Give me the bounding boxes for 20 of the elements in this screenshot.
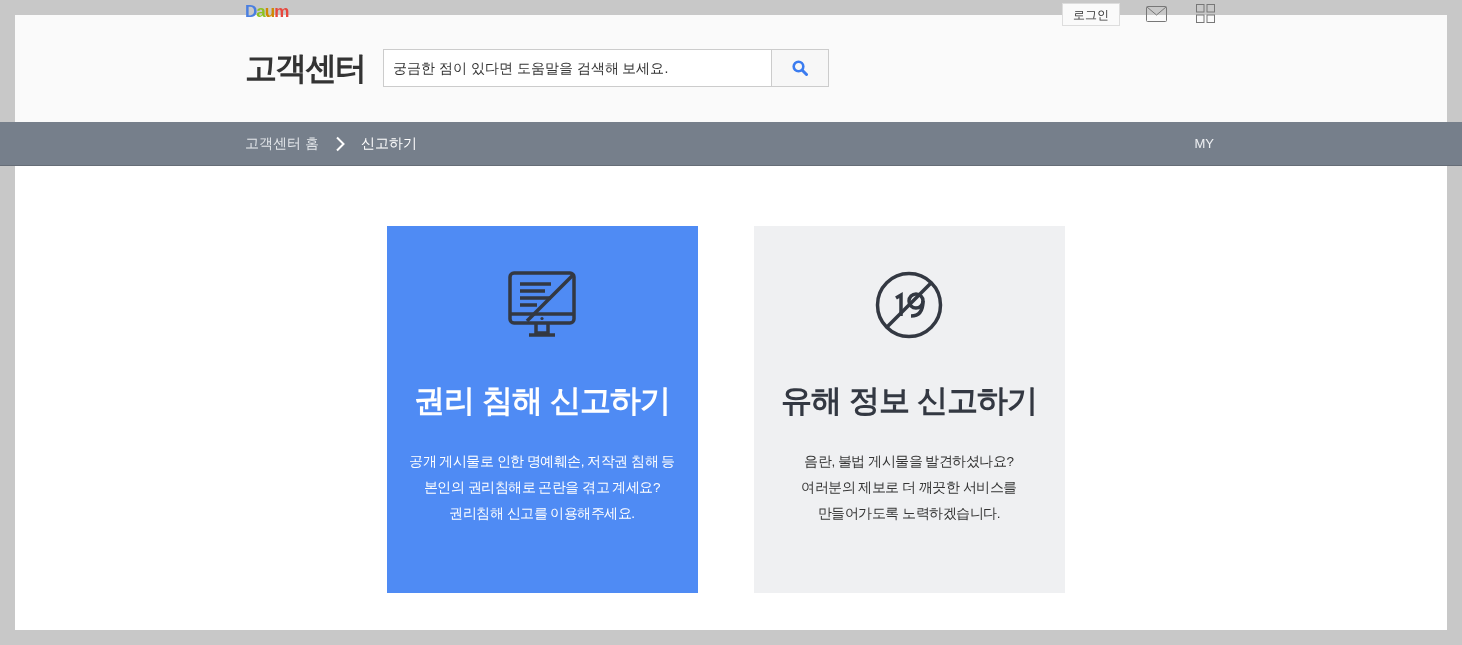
chevron-right-icon <box>334 135 345 152</box>
logo[interactable]: Daum <box>245 2 289 22</box>
card-title: 권리 침해 신고하기 <box>414 382 670 420</box>
page-title: 고객센터 <box>245 49 365 87</box>
login-button[interactable]: 로그인 <box>1062 3 1120 26</box>
monitor-icon <box>507 270 577 340</box>
breadcrumb-link[interactable]: 신고하기 <box>360 133 417 154</box>
no-under-19-icon <box>875 271 943 339</box>
report-card[interactable]: 유해 정보 신고하기 음란, 불법 게시물을 발견하셨나요? 여러분의 제보로 더 깨끗한 서비스를 만들어가도록 노력하겠습니다. <box>753 226 1065 593</box>
search-button[interactable] <box>772 49 829 87</box>
card-description: 음란, 불법 게시물을 발견하셨나요? 여러분의 제보로 더 깨끗한 서비스를 만들어가도록 노력하겠습니다. <box>801 452 1017 523</box>
mail-icon[interactable] <box>1146 6 1167 22</box>
breadcrumb-link[interactable]: 고객센터 홈 <box>245 133 319 154</box>
grid-menu-icon[interactable] <box>1196 4 1215 23</box>
search-icon <box>792 60 808 76</box>
report-card[interactable]: 권리 침해 신고하기 공개 게시물로 인한 명예훼손, 저작권 침해 등 본인의 권리침해로 곤란을 겪고 계세요? 권리침해 신고를 이용해주세요. <box>386 226 698 593</box>
search-field[interactable]: 궁금한 점이 있다면 도움말을 검색해 보세요. <box>383 49 772 87</box>
card-description: 공개 게시물로 인한 명예훼손, 저작권 침해 등 본인의 권리침해로 곤란을 겪고 계세요? 권리침해 신고를 이용해주세요. <box>409 452 675 523</box>
card-title: 유해 정보 신고하기 <box>781 382 1037 420</box>
my-link[interactable]: MY <box>1194 133 1214 154</box>
